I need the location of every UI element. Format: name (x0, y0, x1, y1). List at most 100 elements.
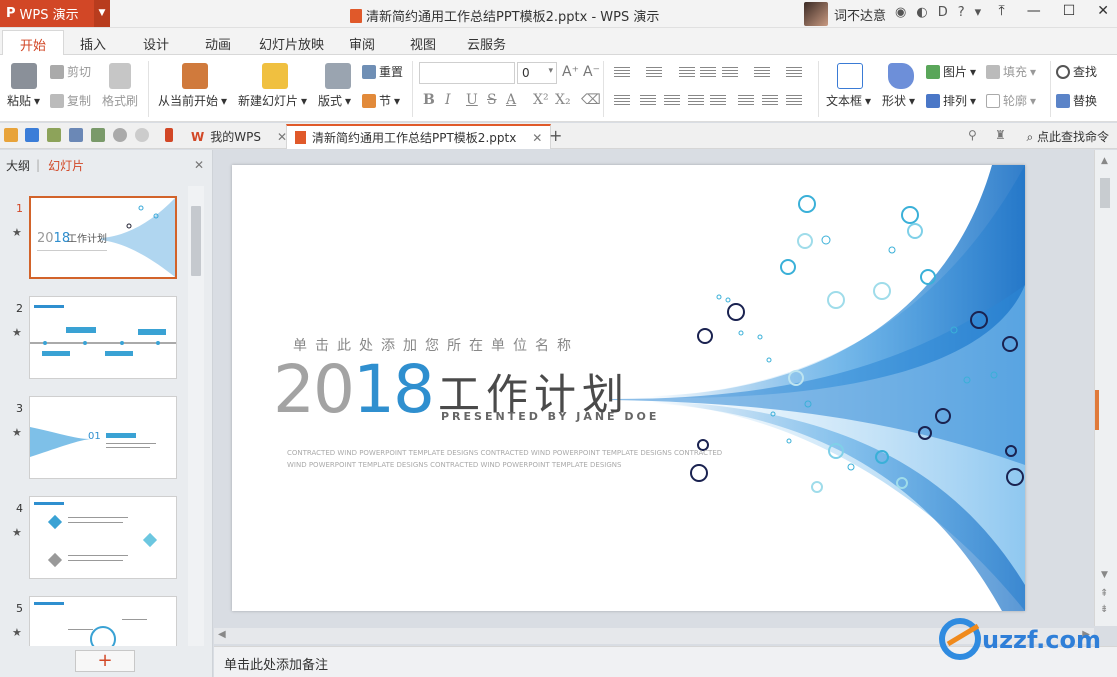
layout-button[interactable]: 版式 ▾ (318, 92, 351, 109)
tab-review[interactable]: 审阅 (349, 34, 375, 53)
slide-thumbnail[interactable] (29, 596, 177, 646)
grow-font-icon[interactable]: A⁺ (562, 64, 579, 80)
align-left-icon[interactable] (614, 95, 630, 107)
increase-indent-icon[interactable] (700, 67, 716, 79)
list-item[interactable]: 3 ★ 01 (0, 396, 205, 486)
slide-thumbnail[interactable] (29, 296, 177, 379)
minimize-icon[interactable]: — (1027, 3, 1041, 19)
feedback-icon[interactable]: ◉ (895, 5, 906, 20)
decrease-indent-icon[interactable] (679, 67, 695, 79)
copy-button[interactable]: 复制 (50, 92, 91, 109)
tab-home[interactable]: 开始 (2, 30, 65, 56)
tab-slideshow[interactable]: 幻灯片放映 (259, 34, 324, 53)
tab-outline[interactable]: 大纲 (6, 157, 30, 174)
shape-icon[interactable] (888, 63, 914, 89)
skin-icon[interactable]: ◐ (916, 5, 927, 20)
para-settings-icon[interactable] (786, 95, 802, 107)
superscript-icon[interactable]: X² (533, 92, 549, 108)
line-spacing-icon[interactable] (722, 67, 738, 79)
bullets-icon[interactable] (614, 67, 630, 79)
section-button[interactable]: 节 ▾ (362, 92, 400, 109)
thumbnail-scrollbar[interactable] (188, 186, 204, 646)
font-family-field[interactable] (419, 62, 515, 84)
align-right-icon[interactable] (664, 95, 680, 107)
doc-tab-home[interactable]: W 我的WPS ✕ (183, 124, 295, 149)
list-item[interactable]: 4 ★ (0, 496, 205, 586)
align-center-icon[interactable] (640, 95, 656, 107)
undo-icon[interactable] (113, 128, 127, 142)
strikethrough-icon[interactable]: S (487, 92, 497, 108)
paste-icon[interactable] (11, 63, 37, 89)
list-item[interactable]: 5 ★ (0, 596, 205, 646)
user-account[interactable]: 词不达意 (804, 2, 886, 26)
app-menu-button[interactable]: P WPS 演示 ▼ (0, 0, 110, 27)
open-folder-icon[interactable] (4, 128, 18, 142)
underline-icon[interactable]: U (466, 92, 478, 108)
list-item[interactable]: 2 ★ (0, 296, 205, 386)
tab-animation[interactable]: 动画 (205, 34, 231, 53)
tab-design[interactable]: 设计 (143, 34, 169, 53)
text-direction-icon[interactable] (786, 67, 802, 79)
fill-button[interactable]: 填充 ▾ (986, 63, 1036, 80)
close-icon[interactable]: ✕ (1097, 3, 1109, 19)
command-search[interactable]: ⌕ 点此查找命令 (1026, 128, 1109, 145)
bold-icon[interactable]: B (423, 92, 435, 108)
cut-button[interactable]: 剪切 (50, 63, 91, 80)
side-pane-handle[interactable] (1095, 390, 1099, 430)
find-button[interactable]: 查找 (1056, 63, 1097, 80)
subscript-icon[interactable]: X₂ (555, 92, 571, 108)
scroll-down-icon[interactable]: ▼ (1101, 570, 1108, 580)
close-icon[interactable]: ✕ (194, 158, 204, 172)
scrollbar-thumb[interactable] (1100, 178, 1110, 208)
textbox-icon[interactable] (837, 63, 863, 89)
smartart-icon[interactable] (762, 95, 778, 107)
arrange-button[interactable]: 排列 ▾ (926, 92, 976, 109)
pin-icon[interactable]: ⚲ (968, 128, 977, 142)
replace-button[interactable]: 替换 (1056, 92, 1097, 109)
list-item[interactable]: 1 ★ 2018 工作计划 (0, 196, 205, 286)
user-name[interactable]: 词不达意 (834, 5, 886, 24)
new-tab-icon[interactable]: + (549, 126, 562, 145)
tab-insert[interactable]: 插入 (80, 34, 106, 53)
slide-paragraph[interactable]: CONTRACTED WIND POWERPOINT TEMPLATE DESI… (287, 447, 737, 471)
font-size-field[interactable]: 0 ▾ (517, 62, 557, 84)
share-icon[interactable]: D (938, 5, 948, 20)
tab-slides[interactable]: 幻灯片 (48, 157, 84, 174)
export-pdf-icon[interactable] (47, 128, 61, 142)
picture-button[interactable]: 图片 ▾ (926, 63, 976, 80)
avatar[interactable] (804, 2, 828, 26)
shrink-font-icon[interactable]: A⁻ (583, 64, 600, 80)
slide-thumbnail[interactable]: 01 (29, 396, 177, 479)
scroll-left-icon[interactable]: ◀ (218, 629, 226, 640)
customize-icon[interactable] (165, 128, 173, 142)
textbox-button[interactable]: 文本框 ▾ (826, 92, 871, 109)
redo-icon[interactable] (135, 128, 149, 142)
slide-thumbnail[interactable] (29, 496, 177, 579)
from-current-button[interactable]: 从当前开始 ▾ (158, 92, 227, 109)
align-text-icon[interactable] (738, 95, 754, 107)
add-slide-button[interactable]: + (75, 650, 135, 672)
distribute-icon[interactable] (710, 95, 726, 107)
slide-1[interactable]: 单击此处添加您所在单位名称 2018 工作计划 PRESENTED BY JAN… (232, 165, 1025, 611)
tab-view[interactable]: 视图 (410, 34, 436, 53)
layout-icon[interactable] (325, 63, 351, 89)
paste-button[interactable]: 粘贴 ▾ (7, 92, 40, 109)
help-icon[interactable]: ? (958, 5, 965, 20)
new-slide-icon[interactable] (262, 63, 288, 89)
close-icon[interactable]: ✕ (532, 131, 542, 145)
justify-icon[interactable] (688, 95, 704, 107)
prev-slide-icon[interactable]: ⇞ (1100, 588, 1108, 599)
shirt-icon[interactable]: ♜ (995, 128, 1006, 142)
doc-tab-file[interactable]: 清新简约通用工作总结PPT模板2.pptx ✕ (286, 124, 552, 149)
play-from-current-icon[interactable] (182, 63, 208, 89)
format-painter-icon[interactable] (109, 63, 131, 89)
format-painter-button[interactable]: 格式刷 (102, 92, 138, 109)
save-icon[interactable] (25, 128, 39, 142)
outline-button[interactable]: 轮廓 ▾ (986, 92, 1036, 109)
numbering-icon[interactable] (646, 67, 662, 79)
tab-cloud[interactable]: 云服务 (467, 34, 506, 53)
columns-icon[interactable] (754, 67, 770, 79)
shape-button[interactable]: 形状 ▾ (882, 92, 915, 109)
maximize-icon[interactable]: ☐ (1063, 3, 1076, 19)
vertical-scrollbar[interactable]: ▲ ▼ ⇞ ⇟ (1094, 150, 1117, 626)
